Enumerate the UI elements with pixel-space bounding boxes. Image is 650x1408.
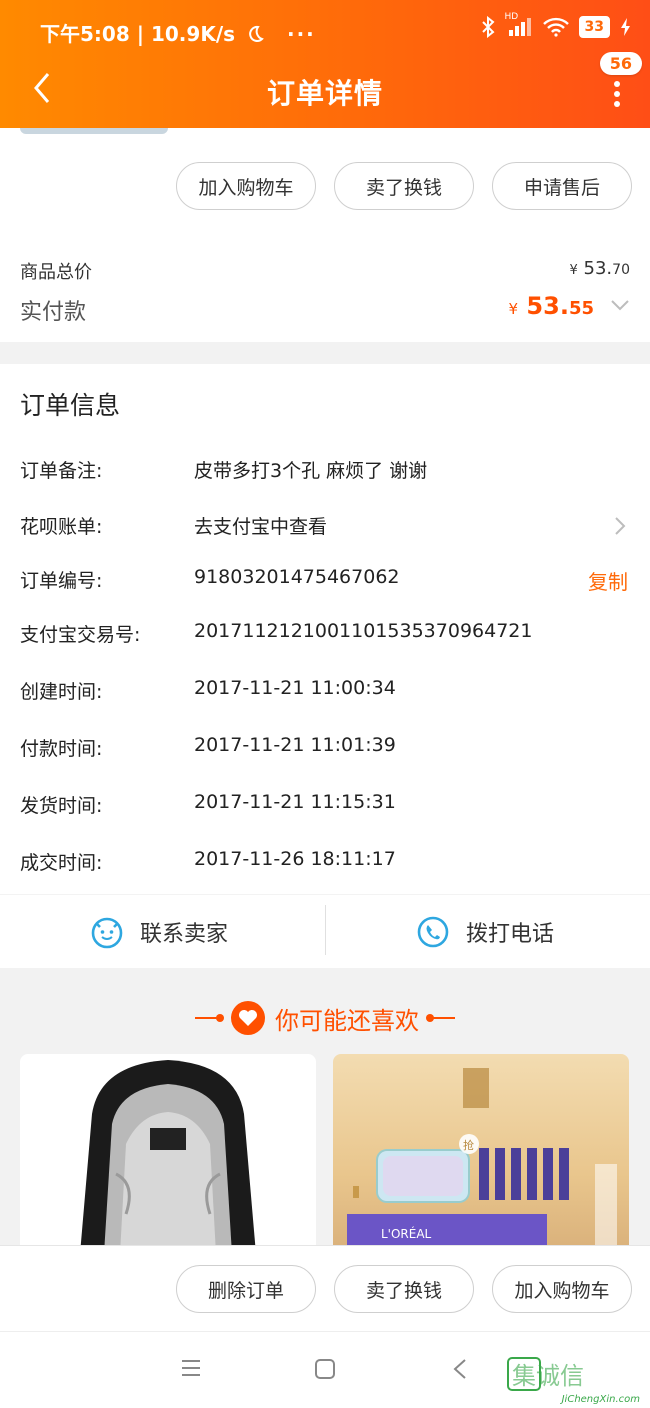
back-triangle-icon[interactable]: [452, 1358, 468, 1380]
divider: [325, 905, 326, 955]
paid-amount-int: 53.: [526, 292, 569, 320]
status-text: 下午5:08 | 10.9K/s: [40, 22, 236, 46]
copy-button[interactable]: 复制: [588, 566, 628, 595]
moon-icon: [249, 25, 264, 42]
order-note-row: 订单备注: 皮带多打3个孔 麻烦了 谢谢: [0, 456, 650, 496]
huabei-bill-value[interactable]: 去支付宝中查看: [194, 512, 327, 539]
promo-badge-text: 抢: [463, 1138, 474, 1152]
top-action-buttons: 加入购物车 卖了换钱 申请售后: [176, 162, 632, 210]
heart-icon: [231, 1001, 265, 1035]
contact-seller-button[interactable]: 联系卖家: [90, 909, 228, 955]
ship-time-value: 2017-11-21 11:15:31: [194, 791, 396, 813]
status-dots: ···: [286, 22, 316, 46]
recommend-header: 你可能还喜欢: [0, 998, 650, 1038]
home-square-icon[interactable]: [314, 1358, 336, 1380]
call-phone-button[interactable]: 拨打电话: [416, 909, 554, 955]
add-to-cart-button[interactable]: 加入购物车: [176, 162, 316, 210]
phone-icon: [417, 916, 449, 948]
recommend-title: 你可能还喜欢: [275, 1006, 419, 1035]
huabei-bill-label: 花呗账单:: [20, 516, 103, 538]
jacket-product-image: [80, 1060, 256, 1254]
watermark-url: JiChengXin.com: [561, 1394, 640, 1405]
page-title: 订单详情: [266, 77, 383, 110]
order-info-title: 订单信息: [20, 391, 121, 420]
alipay-trade-label: 支付宝交易号:: [20, 624, 141, 646]
pay-time-value: 2017-11-21 11:01:39: [194, 734, 396, 756]
chevron-down-icon[interactable]: [610, 298, 630, 312]
resell-button[interactable]: 卖了换钱: [334, 162, 474, 210]
header-bar: 下午5:08 | 10.9K/s ··· HD 33 订单详情 56: [0, 0, 650, 128]
order-note-label: 订单备注:: [20, 460, 103, 482]
contact-seller-label: 联系卖家: [140, 922, 229, 947]
ship-time-row: 发货时间: 2017-11-21 11:15:31: [0, 791, 650, 831]
pay-time-label: 付款时间:: [20, 738, 103, 760]
signal-icon: HD: [505, 12, 533, 38]
bottom-action-bar: 删除订单 卖了换钱 加入购物车: [0, 1245, 650, 1331]
order-number-value: 91803201475467062: [194, 566, 400, 588]
alipay-trade-row: 支付宝交易号: 2017112121001101535370964721: [0, 620, 650, 660]
status-icons: HD 33: [481, 12, 632, 38]
watermark-graphic: 集诚信: [507, 1357, 584, 1391]
paid-amount-value: ¥ 53.55: [509, 292, 594, 320]
cosmetics-product-image: 抢 L'ORÉAL: [347, 1068, 617, 1254]
currency-symbol: ¥: [508, 300, 519, 318]
battery-icon: 33: [578, 16, 610, 38]
decorative-dash-right: [426, 1014, 455, 1022]
recommend-card-cosmetics[interactable]: 抢 L'ORÉAL: [333, 1054, 629, 1254]
order-info-section: 订单信息 订单备注: 皮带多打3个孔 麻烦了 谢谢 花呗账单: 去支付宝中查看 …: [0, 364, 650, 968]
order-number-label: 订单编号:: [20, 570, 103, 592]
status-bar: 下午5:08 | 10.9K/s ··· HD 33: [0, 12, 650, 48]
chat-face-icon: [91, 917, 123, 949]
ship-time-label: 发货时间:: [20, 795, 103, 817]
create-time-row: 创建时间: 2017-11-21 11:00:34: [0, 677, 650, 717]
call-phone-label: 拨打电话: [466, 922, 555, 947]
create-time-value: 2017-11-21 11:00:34: [194, 677, 396, 699]
total-price-int: 53.: [583, 258, 613, 279]
huabei-bill-row[interactable]: 花呗账单: 去支付宝中查看: [0, 512, 650, 552]
total-price-label: 商品总价: [20, 262, 92, 283]
deal-time-row: 成交时间: 2017-11-26 18:11:17: [0, 848, 650, 888]
brand-label: L'ORÉAL: [381, 1226, 432, 1241]
deal-time-label: 成交时间:: [20, 852, 103, 874]
bottom-action-buttons: 删除订单 卖了换钱 加入购物车: [176, 1265, 632, 1313]
order-note-value: 皮带多打3个孔 麻烦了 谢谢: [194, 460, 428, 482]
more-vertical-icon[interactable]: [612, 80, 622, 108]
bluetooth-icon: [481, 16, 495, 38]
menu-icon[interactable]: [180, 1358, 202, 1378]
wifi-icon: [542, 17, 569, 37]
watermark-text: 集诚信: [512, 1362, 584, 1390]
pay-time-row: 付款时间: 2017-11-21 11:01:39: [0, 734, 650, 774]
order-number-row: 订单编号: 91803201475467062 复制: [0, 566, 650, 606]
chevron-right-icon[interactable]: [614, 516, 626, 536]
decorative-dash-left: [195, 1014, 224, 1022]
deal-time-value: 2017-11-26 18:11:17: [194, 848, 396, 870]
recommend-card-jacket[interactable]: [20, 1054, 316, 1254]
resell-button-bottom[interactable]: 卖了换钱: [334, 1265, 474, 1313]
status-time-speed: 下午5:08 | 10.9K/s ···: [40, 18, 316, 47]
add-to-cart-button-bottom[interactable]: 加入购物车: [492, 1265, 632, 1313]
paid-amount-label: 实付款: [20, 300, 87, 325]
after-sales-button[interactable]: 申请售后: [492, 162, 632, 210]
message-count-badge[interactable]: 56: [599, 52, 642, 75]
product-image-peek: [20, 128, 168, 134]
paid-amount-dec: 55: [568, 298, 594, 319]
total-price-value: ¥ 53.70: [570, 258, 630, 279]
currency-symbol: ¥: [569, 263, 578, 278]
create-time-label: 创建时间:: [20, 681, 103, 703]
delete-order-button[interactable]: 删除订单: [176, 1265, 316, 1313]
alipay-trade-value: 2017112121001101535370964721: [194, 620, 533, 642]
contact-bar: 联系卖家 拨打电话: [0, 894, 650, 968]
total-price-dec: 70: [612, 262, 630, 278]
price-section: 加入购物车 卖了换钱 申请售后 商品总价 ¥ 53.70 实付款 ¥ 53.55: [0, 128, 650, 342]
charging-icon: [621, 18, 630, 36]
